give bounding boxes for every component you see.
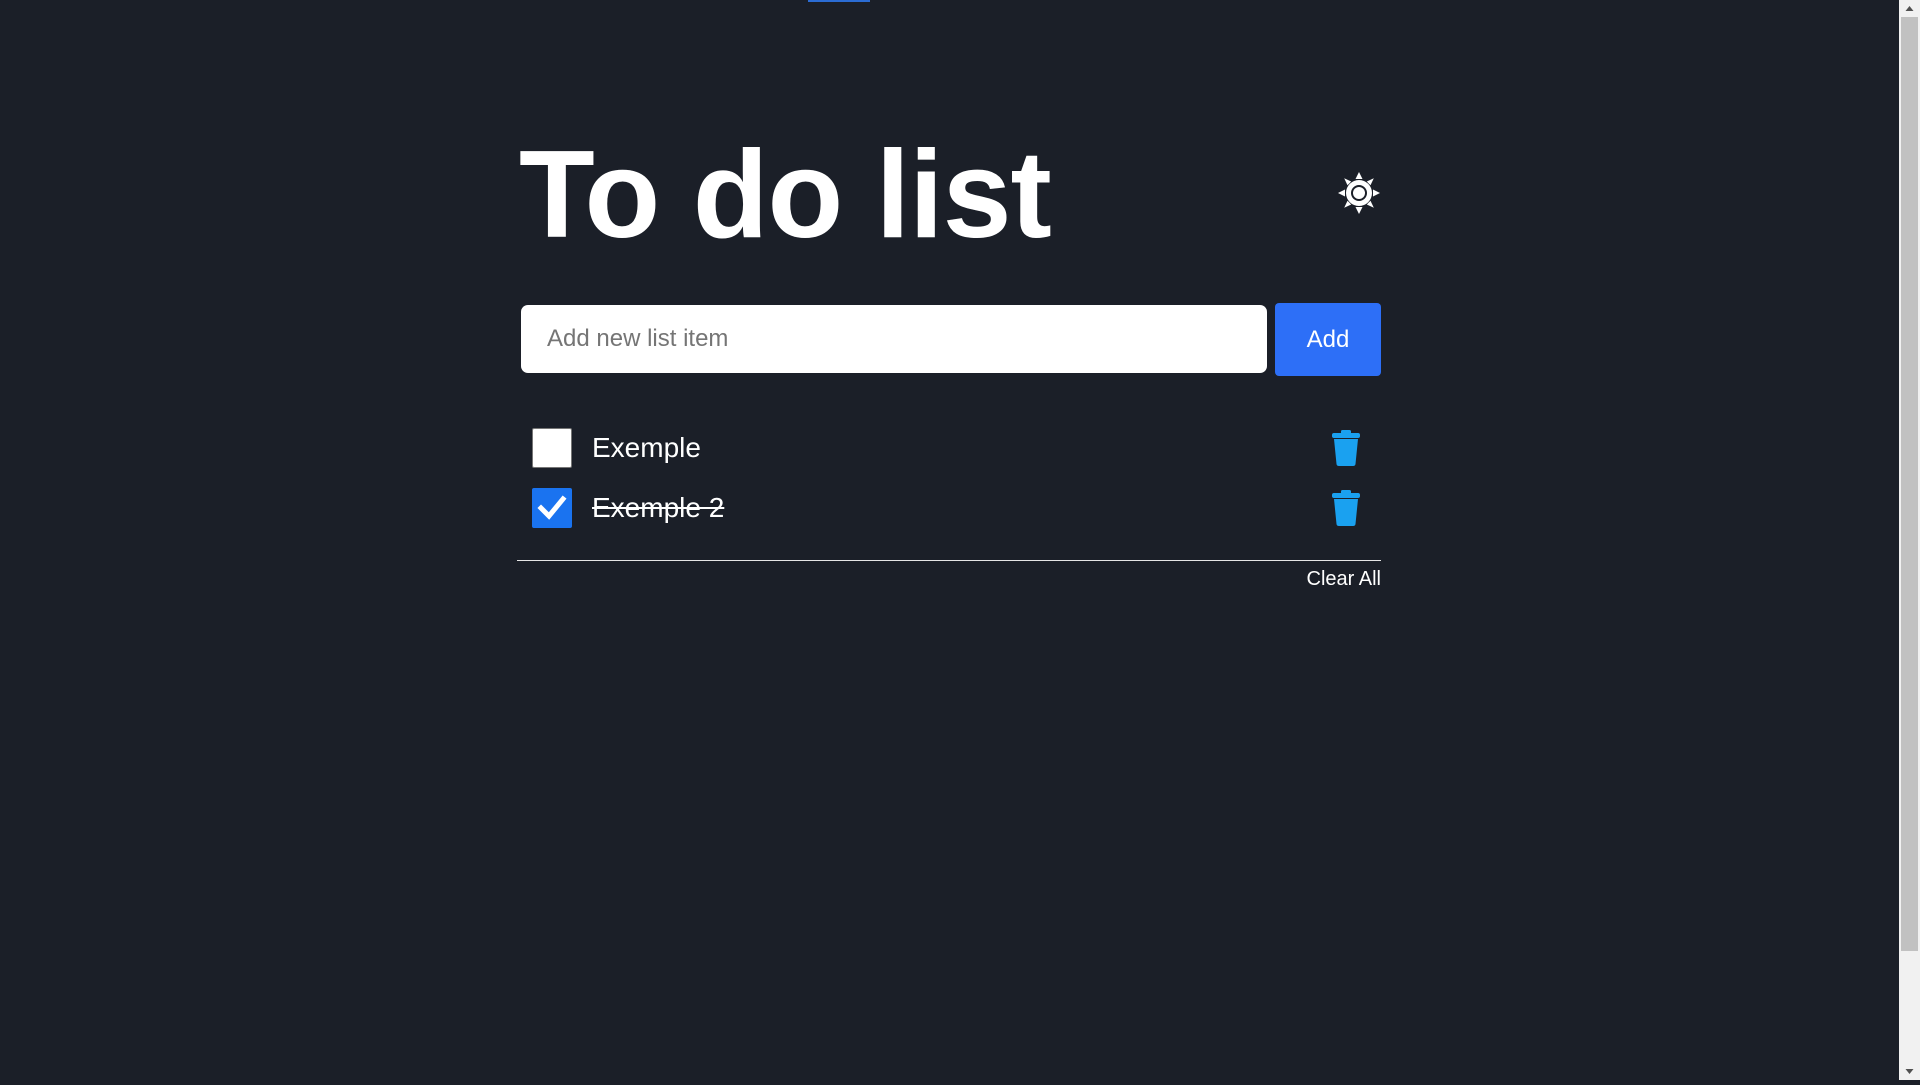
scroll-down-icon[interactable]	[1899, 1063, 1920, 1080]
list-divider	[517, 560, 1381, 561]
item-checkbox[interactable]	[532, 428, 572, 468]
new-item-input[interactable]	[521, 305, 1267, 373]
checkmark-icon	[533, 489, 571, 527]
vertical-scrollbar[interactable]	[1899, 0, 1920, 1080]
item-text: Exemple	[592, 432, 701, 463]
trash-icon	[1331, 430, 1361, 469]
item-checkbox-checked[interactable]	[532, 488, 572, 528]
item-text-completed: Exemple 2	[592, 492, 725, 523]
todo-list: Exemple Exemple 2	[519, 418, 1381, 538]
add-button[interactable]: Add	[1275, 303, 1381, 376]
delete-item-button[interactable]	[1331, 430, 1361, 466]
top-accent-bar	[808, 0, 870, 2]
list-item: Exemple	[519, 418, 1381, 478]
scrollbar-thumb[interactable]	[1901, 17, 1918, 951]
theme-toggle-button[interactable]	[1337, 171, 1381, 215]
page-viewport: To do list Add new list item Add Exemple…	[0, 0, 1899, 1080]
trash-icon	[1331, 490, 1361, 529]
page-title: To do list	[519, 126, 1052, 264]
clear-all-button[interactable]: Clear All	[1307, 566, 1381, 592]
scroll-up-icon[interactable]	[1899, 0, 1920, 17]
sun-icon	[1337, 172, 1381, 218]
add-item-form: Add	[519, 303, 1381, 376]
list-item: Exemple 2	[519, 478, 1381, 538]
header: To do list	[519, 120, 1381, 270]
delete-item-button[interactable]	[1331, 490, 1361, 526]
